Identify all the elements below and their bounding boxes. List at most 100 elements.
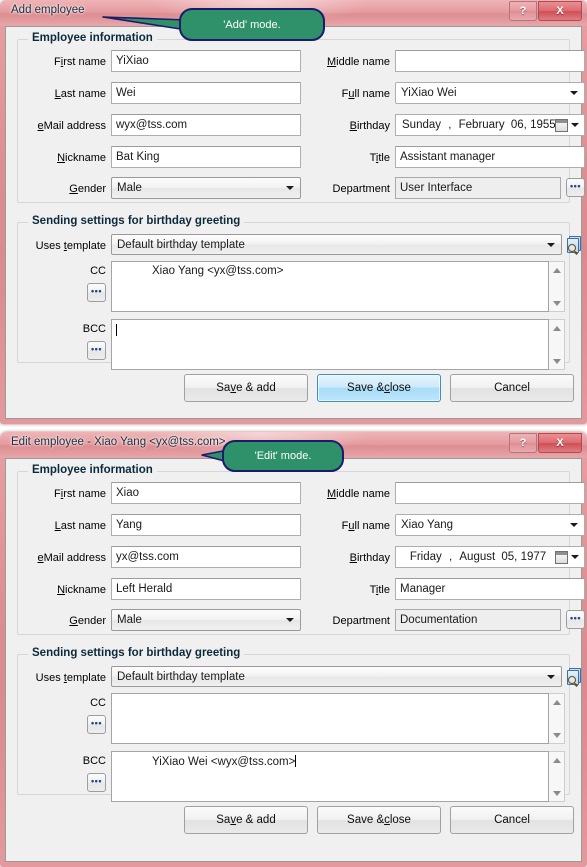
- save-and-add-button[interactable]: Sa v e & add: [184, 374, 308, 402]
- scroll-up-icon[interactable]: [549, 263, 564, 277]
- cc-browse-button[interactable]: •••: [87, 283, 106, 302]
- label-last-name: Last name: [54, 88, 106, 100]
- label-cc: CC: [90, 697, 106, 709]
- cc-browse-button[interactable]: •••: [87, 715, 106, 734]
- select-full-name[interactable]: Xiao Yang: [395, 514, 585, 536]
- input-department[interactable]: User Interface: [395, 177, 561, 199]
- callout-text: 'Edit' mode.: [254, 450, 312, 462]
- label-birthday: Birthday: [349, 120, 390, 132]
- birthday-month: February: [458, 119, 505, 131]
- scroll-up-icon[interactable]: [549, 753, 564, 767]
- label-email-address: eMail address: [37, 552, 106, 564]
- label-full-name: Full name: [341, 520, 390, 532]
- close-button[interactable]: X: [538, 433, 582, 453]
- help-button[interactable]: ?: [509, 1, 537, 21]
- textarea-cc[interactable]: [111, 693, 549, 744]
- birthday-value: Friday , August 05, 1977: [402, 548, 554, 566]
- label-middle-name: Middle name: [327, 56, 390, 68]
- input-title[interactable]: Assistant manager: [395, 146, 585, 168]
- scroll-up-icon[interactable]: [549, 695, 564, 709]
- cancel-button[interactable]: Cancel: [450, 374, 574, 402]
- label-first-name: First name: [54, 56, 106, 68]
- save-and-close-button[interactable]: Save & c lose: [317, 374, 441, 402]
- label-title: Title: [369, 152, 390, 164]
- label-middle-name: Middle name: [327, 488, 390, 500]
- scroll-down-icon[interactable]: [549, 728, 564, 742]
- input-middle-name[interactable]: [395, 482, 585, 504]
- input-nickname[interactable]: Left Herald: [111, 578, 301, 600]
- input-first-name[interactable]: YiXiao: [111, 50, 301, 72]
- label-bcc: BCC: [82, 755, 106, 767]
- magnifier-icon: [568, 244, 576, 252]
- group-sending-settings: Sending settings for birthday greeting U…: [17, 215, 581, 370]
- bcc-scrollbar[interactable]: [549, 751, 565, 802]
- template-browse-icon[interactable]: [567, 236, 582, 253]
- input-middle-name[interactable]: [395, 50, 585, 72]
- callout-add-mode: 'Add' mode.: [95, 8, 325, 42]
- label-department: Department: [332, 183, 390, 195]
- select-gender[interactable]: Male: [111, 609, 301, 631]
- textarea-cc[interactable]: Xiao Yang <yx@tss.com>: [111, 261, 549, 312]
- window-title: Edit employee - Xiao Yang <yx@tss.com>: [11, 436, 226, 448]
- label-gender: Gender: [69, 615, 106, 627]
- scroll-up-icon[interactable]: [549, 321, 564, 335]
- chevron-down-icon[interactable]: [571, 123, 579, 127]
- help-button[interactable]: ?: [509, 433, 537, 453]
- label-uses-template: Uses template: [35, 240, 106, 252]
- save-and-close-button[interactable]: Save & c lose: [317, 806, 441, 834]
- label-gender: Gender: [69, 183, 106, 195]
- group-employee-information: Employee information First name YiXiao L…: [17, 32, 585, 203]
- select-uses-template[interactable]: Default birthday template: [111, 234, 562, 255]
- input-email-address[interactable]: yx@tss.com: [111, 546, 301, 568]
- bcc-scrollbar[interactable]: [549, 319, 565, 370]
- label-full-name: Full name: [341, 88, 390, 100]
- chevron-down-icon[interactable]: [571, 555, 579, 559]
- cancel-button[interactable]: Cancel: [450, 806, 574, 834]
- input-first-name[interactable]: Xiao: [111, 482, 301, 504]
- save-and-add-button[interactable]: Sa v e & add: [184, 806, 308, 834]
- chevron-down-icon: [570, 91, 578, 95]
- scroll-down-icon[interactable]: [549, 296, 564, 310]
- datepicker-birthday[interactable]: Sunday , February 06, 1955: [395, 114, 585, 136]
- department-browse-button[interactable]: •••: [566, 178, 585, 197]
- cc-scrollbar[interactable]: [549, 261, 565, 312]
- magnifier-icon: [568, 676, 576, 684]
- birthday-day: 06,: [510, 119, 527, 131]
- callout-text: 'Add' mode.: [223, 18, 281, 31]
- select-uses-template[interactable]: Default birthday template: [111, 666, 562, 687]
- ellipsis-icon: •••: [570, 180, 581, 191]
- label-nickname: Nickname: [57, 152, 106, 164]
- input-last-name[interactable]: Wei: [111, 82, 301, 104]
- department-browse-button[interactable]: •••: [566, 610, 585, 629]
- window-title: Add employee: [11, 4, 85, 16]
- scroll-down-icon[interactable]: [549, 786, 564, 800]
- textarea-bcc[interactable]: YiXiao Wei <wyx@tss.com>: [111, 751, 549, 802]
- ellipsis-icon: •••: [91, 717, 102, 728]
- bcc-browse-button[interactable]: •••: [87, 341, 106, 360]
- window-edit-employee: Edit employee - Xiao Yang <yx@tss.com> ?…: [0, 432, 587, 867]
- input-last-name[interactable]: Yang: [111, 514, 301, 536]
- label-first-name: First name: [54, 488, 106, 500]
- input-department[interactable]: Documentation: [395, 609, 561, 631]
- close-button[interactable]: X: [538, 1, 582, 21]
- input-email-address[interactable]: wyx@tss.com: [111, 114, 301, 136]
- input-title[interactable]: Manager: [395, 578, 585, 600]
- input-nickname[interactable]: Bat King: [111, 146, 301, 168]
- label-birthday: Birthday: [349, 552, 390, 564]
- datepicker-birthday[interactable]: Friday , August 05, 1977: [395, 546, 585, 568]
- window-add-employee: Add employee ? X Employee information Fi…: [0, 0, 587, 424]
- select-gender[interactable]: Male: [111, 177, 301, 199]
- calendar-icon: [555, 119, 568, 132]
- textarea-bcc[interactable]: [111, 319, 549, 370]
- callout-bubble: 'Add' mode.: [179, 8, 325, 41]
- scroll-down-icon[interactable]: [549, 354, 564, 368]
- birthday-year: 1955: [530, 119, 556, 131]
- cc-scrollbar[interactable]: [549, 693, 565, 744]
- ellipsis-icon: •••: [570, 612, 581, 623]
- label-nickname: Nickname: [57, 584, 106, 596]
- bcc-browse-button[interactable]: •••: [87, 773, 106, 792]
- dialog-client-area: Employee information First name YiXiao L…: [5, 26, 585, 419]
- select-full-name[interactable]: YiXiao Wei: [395, 82, 585, 104]
- bcc-value: YiXiao Wei <wyx@tss.com>: [152, 755, 297, 768]
- template-browse-icon[interactable]: [567, 668, 582, 685]
